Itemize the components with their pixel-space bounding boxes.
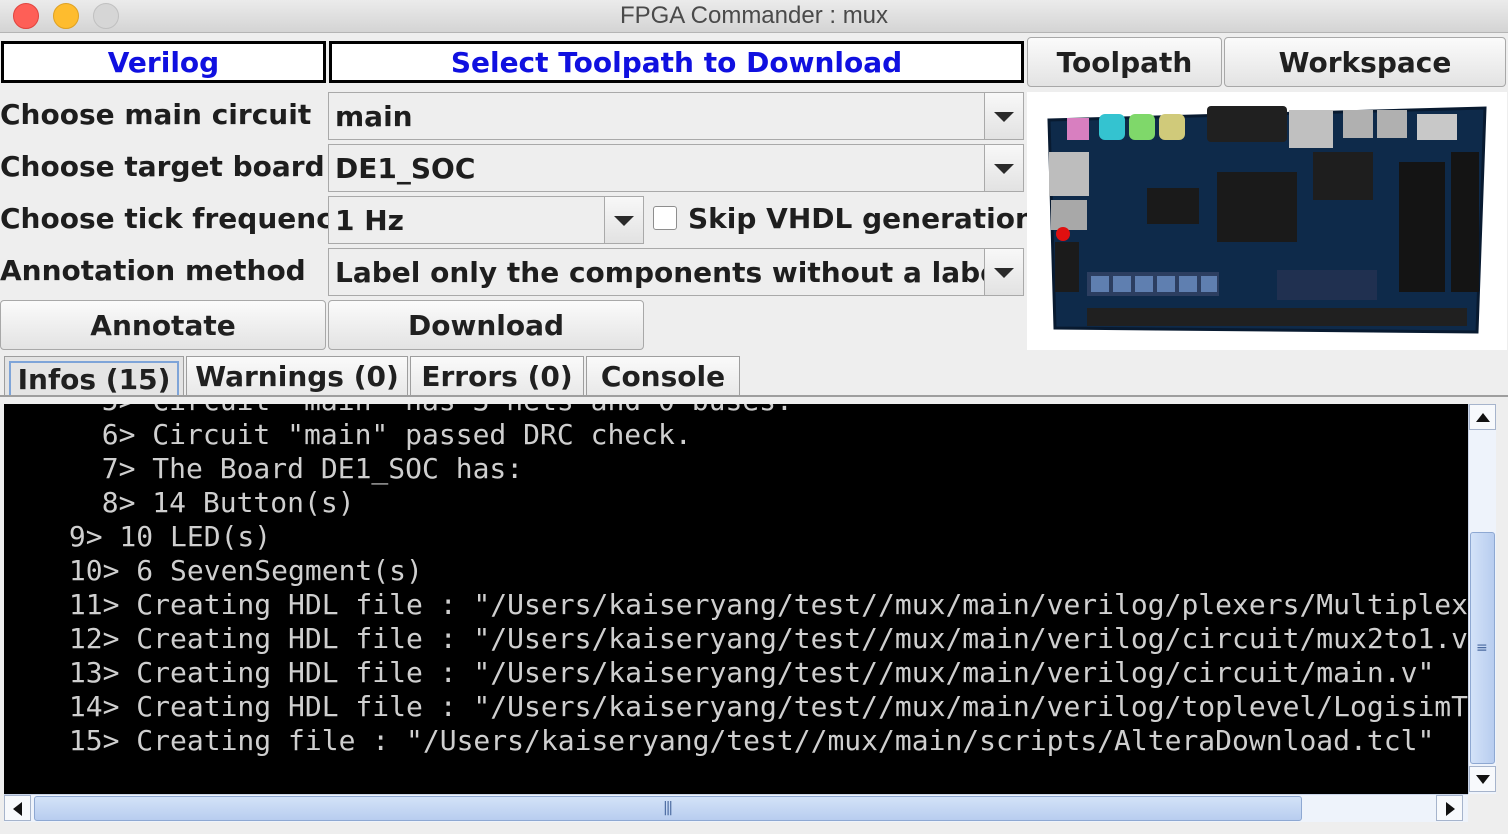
board-image (1027, 92, 1507, 350)
tab-infos[interactable]: Infos (15) (4, 356, 184, 396)
tab-infos-label: Infos (15) (9, 361, 179, 396)
console-line: 14> Creating HDL file : "/Users/kaiserya… (68, 690, 1468, 723)
skip-vhdl-checkbox[interactable] (653, 206, 677, 230)
info-console[interactable]: 5> Circuit "main" has 3 nets and 0 buses… (4, 404, 1468, 794)
workspace-button[interactable]: Workspace (1224, 37, 1506, 87)
vertical-scroll-thumb[interactable]: ≡ (1470, 532, 1495, 764)
chevron-down-icon[interactable] (984, 145, 1023, 191)
download-button[interactable]: Download (328, 300, 644, 350)
annotate-button[interactable]: Annotate (0, 300, 326, 350)
horizontal-scroll-thumb[interactable]: ||| (34, 796, 1302, 821)
tab-warnings[interactable]: Warnings (0) (186, 356, 408, 396)
annotation-method-value: Label only the components without a labe… (335, 256, 1009, 289)
annotation-method-label: Annotation method (0, 254, 306, 287)
target-board-select[interactable]: DE1_SOC (328, 144, 1024, 192)
tab-console[interactable]: Console (586, 356, 740, 396)
console-line: 15> Creating file : "/Users/kaiseryang/t… (52, 724, 1435, 757)
title-bar: FPGA Commander : mux (0, 0, 1508, 33)
window-title: FPGA Commander : mux (619, 2, 889, 29)
select-toolpath-button[interactable]: Select Toolpath to Download (329, 41, 1024, 83)
console-line: 8> 14 Button(s) (68, 486, 355, 519)
tab-separator (0, 395, 1508, 397)
console-line: 11> Creating HDL file : "/Users/kaiserya… (52, 588, 1468, 621)
scroll-down-button[interactable] (1469, 766, 1496, 792)
annotation-method-select[interactable]: Label only the components without a labe… (328, 248, 1024, 296)
console-line: 12> Creating HDL file : "/Users/kaiserya… (52, 622, 1468, 655)
arrow-up-icon (1476, 413, 1490, 422)
toolpath-button[interactable]: Toolpath (1027, 37, 1222, 87)
arrow-left-icon (13, 802, 22, 816)
arrow-down-icon (1476, 775, 1490, 784)
chevron-down-icon[interactable] (984, 93, 1023, 139)
target-board-value: DE1_SOC (335, 152, 476, 185)
chevron-down-icon[interactable] (984, 249, 1023, 295)
tick-frequency-value: 1 Hz (335, 204, 404, 237)
de1-soc-board-picture (1047, 106, 1487, 334)
grip-icon: ≡ (1476, 640, 1488, 656)
skip-vhdl-label[interactable]: Skip VHDL generation? (688, 202, 1051, 235)
tick-frequency-select[interactable]: 1 Hz (328, 196, 644, 244)
tick-frequency-label: Choose tick frequency (0, 202, 352, 235)
scroll-left-button[interactable] (4, 795, 31, 821)
scroll-up-button[interactable] (1469, 404, 1496, 430)
main-circuit-select[interactable]: main (328, 92, 1024, 140)
main-circuit-label: Choose main circuit (0, 98, 312, 131)
horizontal-scrollbar[interactable]: ||| (4, 794, 1468, 822)
vertical-scrollbar[interactable]: ≡ (1468, 404, 1496, 794)
target-board-label: Choose target board (0, 150, 325, 183)
console-line: 13> Creating HDL file : "/Users/kaiserya… (52, 656, 1435, 689)
language-verilog-button[interactable]: Verilog (1, 41, 326, 83)
grip-icon: ||| (663, 800, 673, 816)
console-line: 9> 10 LED(s) (52, 520, 272, 553)
console-line: 6> Circuit "main" passed DRC check. (68, 418, 692, 451)
console-line: 7> The Board DE1_SOC has: (68, 452, 524, 485)
console-line: 5> Circuit "main" has 3 nets and 0 buses… (68, 404, 793, 417)
tab-errors[interactable]: Errors (0) (410, 356, 584, 396)
console-line: 10> 6 SevenSegment(s) (52, 554, 423, 587)
scroll-right-button[interactable] (1436, 795, 1463, 821)
main-circuit-value: main (335, 100, 413, 133)
arrow-right-icon (1446, 802, 1455, 816)
chevron-down-icon[interactable] (604, 197, 643, 243)
